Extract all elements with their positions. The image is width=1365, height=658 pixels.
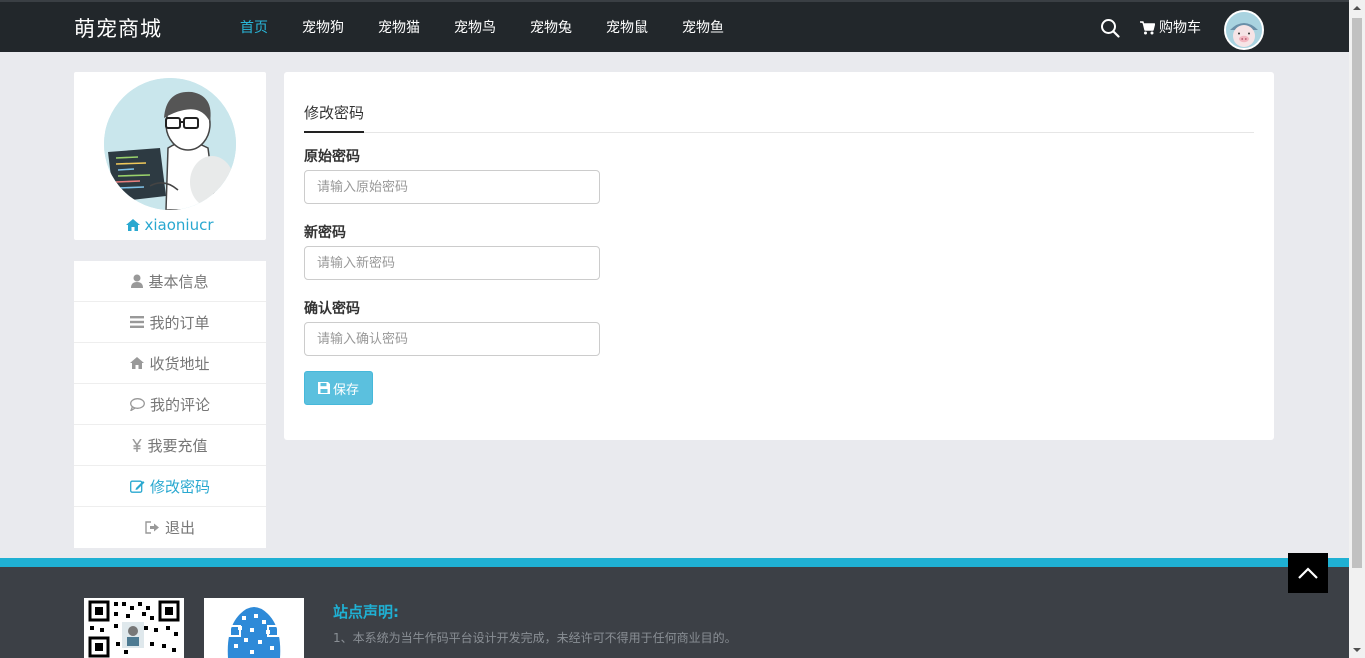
new-password-input[interactable] xyxy=(304,246,600,280)
scrollbar-thumb[interactable] xyxy=(1352,18,1362,568)
coder-avatar-icon xyxy=(104,78,236,210)
save-button-label: 保存 xyxy=(332,382,359,398)
menu-item-change-password[interactable]: 修改密码 xyxy=(74,466,266,507)
menu-item-shipping-address[interactable]: 收货地址 xyxy=(74,343,266,384)
user-icon xyxy=(131,274,144,288)
old-password-input[interactable] xyxy=(304,170,600,204)
profile-avatar xyxy=(104,78,236,210)
menu-item-label: 收货地址 xyxy=(149,354,210,373)
cart-label: 购物车 xyxy=(1159,20,1201,36)
scroll-down-arrow-icon[interactable] xyxy=(1349,642,1365,658)
footer-statement-text: 1、本系统为当牛作码平台设计开发完成，未经许可不得用于任何商业目的。 xyxy=(333,631,737,645)
menu-item-my-comments[interactable]: 我的评论 xyxy=(74,384,266,425)
account-side-menu: 基本信息 我的订单 收货地址 我的评论 我要充值 修改密码 退出 xyxy=(74,261,266,548)
nav-item-fish[interactable]: 宠物鱼 xyxy=(682,2,724,54)
confirm-password-input[interactable] xyxy=(304,322,600,356)
footer-statement-title: 站点声明: xyxy=(333,603,399,621)
back-to-top-button[interactable] xyxy=(1288,553,1328,593)
main-nav: 首页 宠物狗 宠物猫 宠物鸟 宠物兔 宠物鼠 宠物鱼 xyxy=(240,2,758,54)
user-avatar[interactable] xyxy=(1224,10,1264,50)
menu-item-label: 退出 xyxy=(164,519,195,537)
profile-username[interactable]: xiaoniucr xyxy=(74,216,266,234)
scroll-up-arrow-icon[interactable] xyxy=(1349,0,1365,16)
nav-item-mice[interactable]: 宠物鼠 xyxy=(606,2,648,54)
comment-icon xyxy=(130,397,145,411)
tab-change-password[interactable]: 修改密码 xyxy=(304,100,365,133)
tab-bar: 修改密码 xyxy=(304,100,1254,133)
save-button[interactable]: 保存 xyxy=(304,371,373,405)
confirm-password-label: 确认密码 xyxy=(304,301,360,317)
menu-item-label: 基本信息 xyxy=(148,272,209,291)
yen-icon xyxy=(132,438,143,452)
nav-item-dogs[interactable]: 宠物狗 xyxy=(302,2,344,54)
page-scrollbar[interactable] xyxy=(1349,0,1365,658)
logout-icon xyxy=(145,521,159,534)
change-password-panel: 修改密码 原始密码 新密码 确认密码 保存 xyxy=(284,72,1274,440)
menu-item-logout[interactable]: 退出 xyxy=(74,507,266,548)
profile-card: xiaoniucr xyxy=(74,72,266,240)
wechat-qr-code xyxy=(84,598,184,658)
menu-item-label: 我的评论 xyxy=(149,395,210,414)
username-text: xiaoniucr xyxy=(144,216,214,234)
cart-icon xyxy=(1140,21,1155,35)
new-password-label: 新密码 xyxy=(304,225,346,241)
list-icon xyxy=(130,316,145,328)
menu-item-label: 我的订单 xyxy=(149,313,210,332)
site-footer: 站点声明: 1、本系统为当牛作码平台设计开发完成，未经许可不得用于任何商业目的。 xyxy=(0,567,1349,658)
qr-code-icon xyxy=(84,598,184,658)
menu-item-recharge[interactable]: 我要充值 xyxy=(74,425,266,466)
cart-link[interactable]: 购物车 xyxy=(1140,2,1201,54)
chevron-up-icon xyxy=(1298,567,1318,579)
brand-logo[interactable]: 萌宠商城 xyxy=(74,13,162,43)
menu-item-my-orders[interactable]: 我的订单 xyxy=(74,302,266,343)
home-icon xyxy=(126,219,141,231)
nav-item-birds[interactable]: 宠物鸟 xyxy=(454,2,496,54)
menu-item-basic-info[interactable]: 基本信息 xyxy=(74,261,266,302)
qq-penguin-qr-icon xyxy=(204,598,304,658)
top-navbar: 萌宠商城 首页 宠物狗 宠物猫 宠物鸟 宠物兔 宠物鼠 宠物鱼 购物车 xyxy=(0,0,1349,52)
menu-item-label: 我要充值 xyxy=(147,436,208,455)
footer-accent-stripe xyxy=(0,558,1349,567)
home-icon xyxy=(130,357,145,369)
floppy-disk-icon xyxy=(317,382,330,394)
pig-avatar-icon xyxy=(1226,12,1262,48)
nav-item-cats[interactable]: 宠物猫 xyxy=(378,2,420,54)
edit-icon xyxy=(130,480,145,493)
menu-item-label: 修改密码 xyxy=(149,477,210,496)
search-icon[interactable] xyxy=(1100,18,1120,38)
nav-item-rabbits[interactable]: 宠物兔 xyxy=(530,2,572,54)
qq-qr-code xyxy=(204,598,304,658)
nav-item-home[interactable]: 首页 xyxy=(240,2,268,54)
old-password-label: 原始密码 xyxy=(304,149,360,165)
